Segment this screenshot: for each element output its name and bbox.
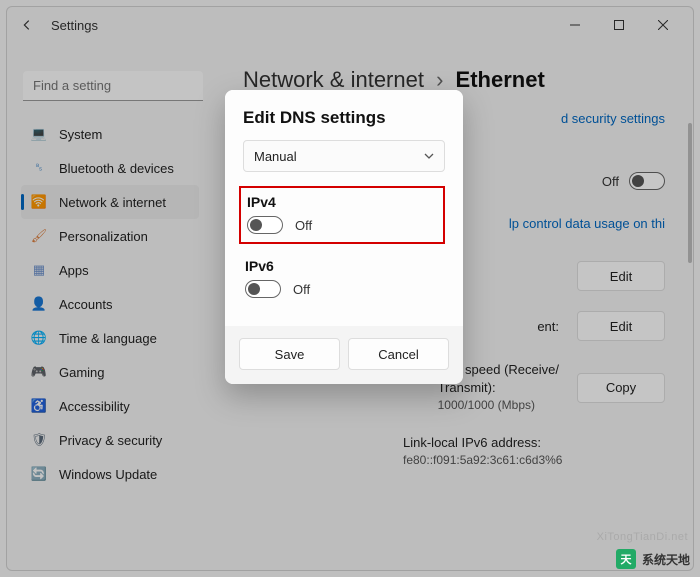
dialog-title: Edit DNS settings [243, 108, 445, 128]
ipv6-toggle[interactable] [245, 280, 281, 298]
watermark-logo-icon: 天 [616, 549, 636, 569]
ipv6-toggle-state: Off [293, 282, 310, 297]
chevron-down-icon [424, 149, 434, 164]
ipv4-section: IPv4 Off [239, 186, 445, 244]
save-button[interactable]: Save [239, 338, 340, 370]
dns-mode-dropdown[interactable]: Manual [243, 140, 445, 172]
edit-dns-dialog: Edit DNS settings Manual IPv4 Off IPv6 O… [225, 90, 463, 384]
ipv6-section: IPv6 Off [243, 254, 445, 302]
watermark-text: 系统天地 [642, 551, 690, 568]
watermark: XiTongTianDi.net 天 系统天地 [616, 549, 690, 569]
ipv4-toggle-state: Off [295, 218, 312, 233]
ipv4-toggle[interactable] [247, 216, 283, 234]
ipv4-label: IPv4 [247, 194, 435, 210]
ipv6-label: IPv6 [245, 258, 443, 274]
watermark-url: XiTongTianDi.net [597, 531, 688, 543]
cancel-button[interactable]: Cancel [348, 338, 449, 370]
dropdown-value: Manual [254, 149, 297, 164]
